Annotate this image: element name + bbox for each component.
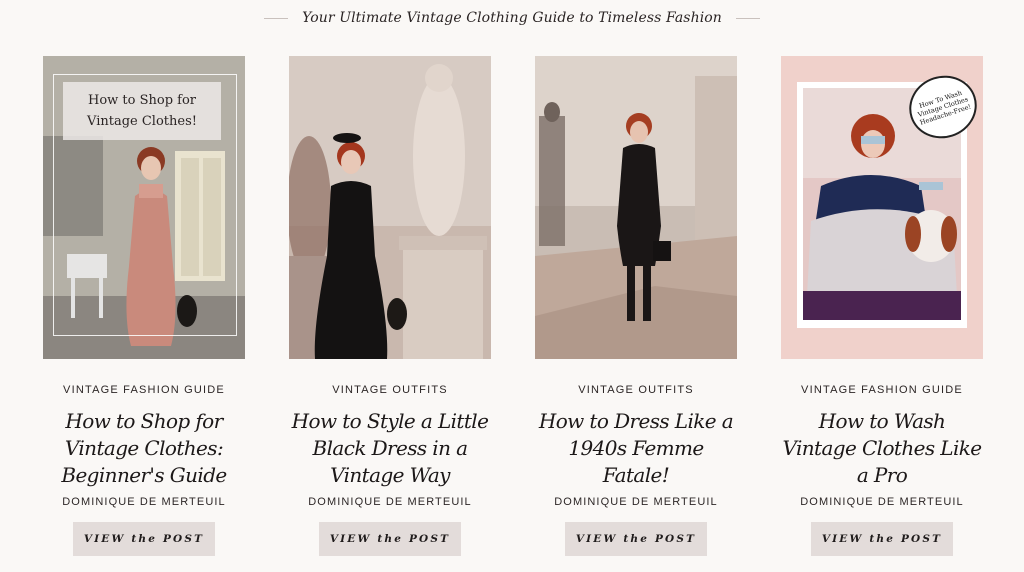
view-post-button[interactable]: VIEW the POST (73, 522, 215, 556)
thumbnail-photo-woman-black-dress (289, 56, 491, 359)
post-card-wash-vintage: How To Wash Vintage Clothes Headache-Fre… (781, 56, 983, 556)
post-author: DOMINIQUE DE MERTEUIL (308, 496, 472, 508)
overlay-line-2: Vintage Clothes! (87, 114, 197, 129)
thumbnail-overlay-title: How to Shop for Vintage Clothes! (63, 82, 221, 140)
view-post-button[interactable]: VIEW the POST (319, 522, 461, 556)
thumbnail-photo-woman-black-coat (535, 56, 737, 359)
post-thumbnail[interactable] (289, 56, 491, 359)
view-post-button[interactable]: VIEW the POST (811, 522, 953, 556)
view-post-button[interactable]: VIEW the POST (565, 522, 707, 556)
post-thumbnail[interactable] (535, 56, 737, 359)
post-card-little-black-dress: VINTAGE OUTFITS How to Style a Little Bl… (289, 56, 491, 556)
header-rule-right (735, 17, 760, 19)
post-title[interactable]: How to Wash Vintage Clothes Like a Pro (779, 408, 985, 489)
page-header: Your Ultimate Vintage Clothing Guide to … (0, 10, 1024, 26)
overlay-line-1: How to Shop for (87, 93, 197, 108)
post-author: DOMINIQUE DE MERTEUIL (800, 496, 964, 508)
post-category[interactable]: VINTAGE FASHION GUIDE (781, 384, 983, 396)
post-category[interactable]: VINTAGE OUTFITS (289, 384, 491, 396)
post-title[interactable]: How to Shop for Vintage Clothes: Beginne… (41, 408, 247, 489)
post-title[interactable]: How to Dress Like a 1940s Femme Fatale! (533, 408, 739, 489)
post-title[interactable]: How to Style a Little Black Dress in a V… (287, 408, 493, 489)
page-title: Your Ultimate Vintage Clothing Guide to … (302, 10, 722, 26)
post-card-femme-fatale: VINTAGE OUTFITS How to Dress Like a 1940… (535, 56, 737, 556)
post-category[interactable]: VINTAGE FASHION GUIDE (43, 384, 245, 396)
post-author: DOMINIQUE DE MERTEUIL (62, 496, 226, 508)
post-category[interactable]: VINTAGE OUTFITS (535, 384, 737, 396)
post-thumbnail[interactable]: How to Shop for Vintage Clothes! (43, 56, 245, 359)
post-card-shop-vintage: How to Shop for Vintage Clothes! VINTAGE… (43, 56, 245, 556)
post-author: DOMINIQUE DE MERTEUIL (554, 496, 718, 508)
post-thumbnail[interactable]: How To Wash Vintage Clothes Headache-Fre… (781, 56, 983, 359)
header-rule-left (264, 17, 289, 19)
